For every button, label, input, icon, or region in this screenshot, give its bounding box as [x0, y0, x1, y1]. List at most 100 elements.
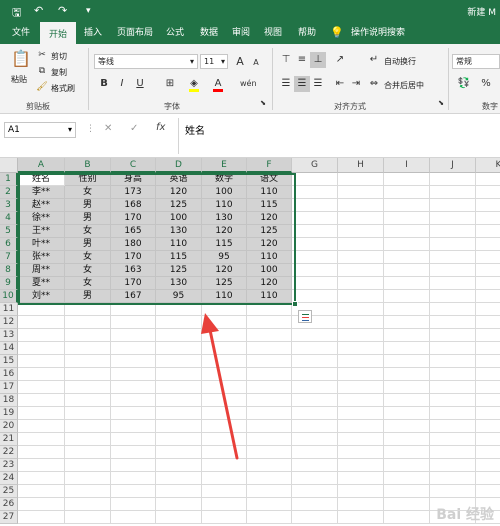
- cell-B21[interactable]: [65, 433, 111, 446]
- cell-A16[interactable]: [18, 368, 65, 381]
- cell-D2[interactable]: 120: [156, 186, 202, 199]
- cell-B6[interactable]: 男: [65, 238, 111, 251]
- cell-D20[interactable]: [156, 420, 202, 433]
- cell-J4[interactable]: [430, 212, 476, 225]
- cell-I1[interactable]: [384, 173, 430, 186]
- redo-icon[interactable]: ↷: [58, 4, 67, 17]
- cell-G26[interactable]: [292, 498, 338, 511]
- font-size-select[interactable]: 11 ▾: [200, 54, 228, 69]
- cell-I8[interactable]: [384, 264, 430, 277]
- cell-G21[interactable]: [292, 433, 338, 446]
- paste-icon[interactable]: 📋: [10, 48, 32, 70]
- cell-J9[interactable]: [430, 277, 476, 290]
- cell-D25[interactable]: [156, 485, 202, 498]
- cell-E11[interactable]: [202, 303, 247, 316]
- cell-H25[interactable]: [338, 485, 384, 498]
- middle-align-icon[interactable]: ≡: [294, 52, 310, 68]
- cell-C14[interactable]: [111, 342, 156, 355]
- cell-E25[interactable]: [202, 485, 247, 498]
- cell-J2[interactable]: [430, 186, 476, 199]
- alignment-dialog-launcher-icon[interactable]: ⬊: [436, 98, 446, 108]
- cell-G27[interactable]: [292, 511, 338, 524]
- cell-F19[interactable]: [247, 407, 292, 420]
- paste-button[interactable]: 粘贴: [11, 74, 27, 85]
- tab-file[interactable]: 文件: [6, 22, 36, 44]
- cell-C1[interactable]: 身高: [111, 173, 156, 186]
- cell-F6[interactable]: 120: [247, 238, 292, 251]
- cell-E3[interactable]: 110: [202, 199, 247, 212]
- cell-H14[interactable]: [338, 342, 384, 355]
- row-header-27[interactable]: 27: [0, 511, 18, 524]
- cell-A17[interactable]: [18, 381, 65, 394]
- italic-button[interactable]: I: [114, 76, 130, 92]
- cell-K11[interactable]: [476, 303, 500, 316]
- formula-input[interactable]: 姓名: [178, 118, 500, 154]
- row-header-16[interactable]: 16: [0, 368, 18, 381]
- cell-D7[interactable]: 115: [156, 251, 202, 264]
- cell-J6[interactable]: [430, 238, 476, 251]
- cell-J10[interactable]: [430, 290, 476, 303]
- cell-E4[interactable]: 130: [202, 212, 247, 225]
- cell-C16[interactable]: [111, 368, 156, 381]
- cell-D3[interactable]: 125: [156, 199, 202, 212]
- cell-H24[interactable]: [338, 472, 384, 485]
- cell-E22[interactable]: [202, 446, 247, 459]
- cell-D17[interactable]: [156, 381, 202, 394]
- cell-C10[interactable]: 167: [111, 290, 156, 303]
- copy-icon[interactable]: ⧉: [36, 65, 48, 77]
- cell-K7[interactable]: [476, 251, 500, 264]
- cell-J23[interactable]: [430, 459, 476, 472]
- cell-J13[interactable]: [430, 329, 476, 342]
- cell-C4[interactable]: 170: [111, 212, 156, 225]
- cell-B5[interactable]: 女: [65, 225, 111, 238]
- cell-I23[interactable]: [384, 459, 430, 472]
- cell-D10[interactable]: 95: [156, 290, 202, 303]
- cell-K13[interactable]: [476, 329, 500, 342]
- cell-A20[interactable]: [18, 420, 65, 433]
- cell-G24[interactable]: [292, 472, 338, 485]
- cell-F10[interactable]: 110: [247, 290, 292, 303]
- column-header-D[interactable]: D: [156, 158, 202, 173]
- cell-E10[interactable]: 110: [202, 290, 247, 303]
- cell-F11[interactable]: [247, 303, 292, 316]
- cell-C3[interactable]: 168: [111, 199, 156, 212]
- merge-center-icon[interactable]: ⇔: [368, 76, 380, 92]
- row-header-25[interactable]: 25: [0, 485, 18, 498]
- cell-I15[interactable]: [384, 355, 430, 368]
- cell-J8[interactable]: [430, 264, 476, 277]
- cell-A9[interactable]: 夏**: [18, 277, 65, 290]
- align-left-icon[interactable]: ☰: [278, 76, 294, 92]
- cell-D8[interactable]: 125: [156, 264, 202, 277]
- cell-B13[interactable]: [65, 329, 111, 342]
- cell-E7[interactable]: 95: [202, 251, 247, 264]
- cell-H23[interactable]: [338, 459, 384, 472]
- cell-A1[interactable]: 姓名: [18, 173, 65, 186]
- cell-J3[interactable]: [430, 199, 476, 212]
- cell-E16[interactable]: [202, 368, 247, 381]
- bold-button[interactable]: B: [96, 76, 112, 92]
- cell-I17[interactable]: [384, 381, 430, 394]
- row-header-1[interactable]: 1: [0, 173, 18, 186]
- cell-B15[interactable]: [65, 355, 111, 368]
- cell-E1[interactable]: 数学: [202, 173, 247, 186]
- cell-E26[interactable]: [202, 498, 247, 511]
- save-icon[interactable]: 🖫: [12, 4, 21, 23]
- cell-F27[interactable]: [247, 511, 292, 524]
- cell-H1[interactable]: [338, 173, 384, 186]
- top-align-icon[interactable]: ⊤: [278, 52, 294, 68]
- cell-D11[interactable]: [156, 303, 202, 316]
- fill-color-icon[interactable]: ◈: [186, 76, 202, 92]
- cell-G6[interactable]: [292, 238, 338, 251]
- cell-B14[interactable]: [65, 342, 111, 355]
- cell-K4[interactable]: [476, 212, 500, 225]
- cell-E14[interactable]: [202, 342, 247, 355]
- cell-F1[interactable]: 语文: [247, 173, 292, 186]
- cell-B19[interactable]: [65, 407, 111, 420]
- cell-C6[interactable]: 180: [111, 238, 156, 251]
- cell-A19[interactable]: [18, 407, 65, 420]
- cell-B24[interactable]: [65, 472, 111, 485]
- cell-A15[interactable]: [18, 355, 65, 368]
- cell-F15[interactable]: [247, 355, 292, 368]
- cell-A27[interactable]: [18, 511, 65, 524]
- cell-H12[interactable]: [338, 316, 384, 329]
